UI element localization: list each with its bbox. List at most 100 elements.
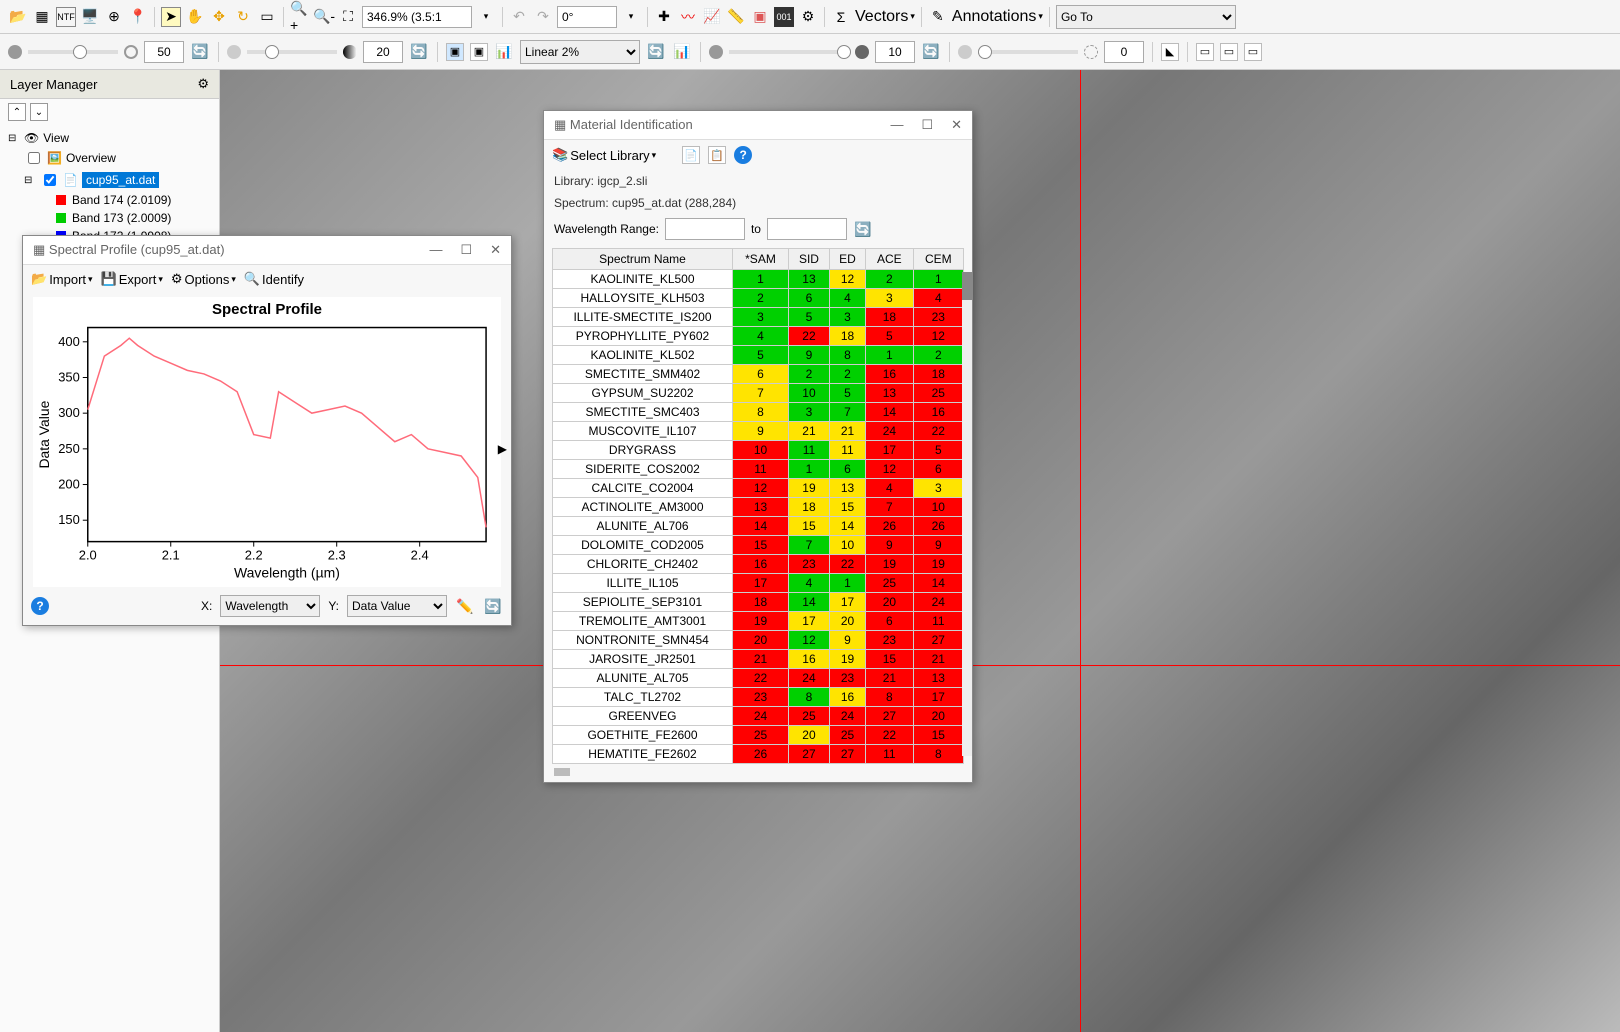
globe-icon[interactable]: ⊕ <box>104 7 124 27</box>
table-row[interactable]: JAROSITE_JR25012116191521 <box>553 650 964 669</box>
feature-icon[interactable]: ⚙ <box>798 7 818 27</box>
overview-checkbox[interactable] <box>28 152 40 164</box>
counter-icon[interactable]: 001 <box>774 7 794 27</box>
refresh3-icon[interactable]: 🔄 <box>646 42 666 62</box>
tree-band-node[interactable]: Band 174 (2.0109) <box>8 191 211 209</box>
col-header[interactable]: ED <box>829 249 865 270</box>
brightness-value[interactable] <box>144 41 184 63</box>
table-row[interactable]: ALUNITE_AL7061415142626 <box>553 517 964 536</box>
rotate-right-icon[interactable]: ↷ <box>533 7 553 27</box>
table-row[interactable]: ILLITE_IL10517412514 <box>553 574 964 593</box>
contrast-value[interactable] <box>363 41 403 63</box>
extent-icon[interactable]: ▭ <box>257 7 277 27</box>
display-icon[interactable]: 🖥️ <box>80 7 100 27</box>
tree-overview-node[interactable]: 🖼️ Overview <box>8 147 211 169</box>
table-row[interactable]: DRYGRASS101111175 <box>553 441 964 460</box>
table-row[interactable]: NONTRONITE_SMN454201292327 <box>553 631 964 650</box>
table-row[interactable]: KAOLINITE_KL50259812 <box>553 346 964 365</box>
minimize-icon[interactable]: — <box>429 242 442 258</box>
pan-icon[interactable]: ✋ <box>185 7 205 27</box>
crosshair-icon[interactable]: ✚ <box>654 7 674 27</box>
tree-view-node[interactable]: ⊟ 👁 View <box>8 129 211 147</box>
chart-expand-icon[interactable]: ▶ <box>498 442 507 456</box>
collapse-down-icon[interactable]: ⌄ <box>30 103 48 121</box>
refresh2-icon[interactable]: 🔄 <box>409 42 429 62</box>
sigma-icon[interactable]: Σ <box>831 7 851 27</box>
help-icon[interactable]: ? <box>31 597 49 615</box>
portal2-icon[interactable]: ▭ <box>1220 43 1238 61</box>
minimize-icon[interactable]: — <box>890 117 903 133</box>
range-refresh-icon[interactable]: 🔄 <box>853 219 873 239</box>
roi-icon[interactable]: ▣ <box>750 7 770 27</box>
table-row[interactable]: ACTINOLITE_AM3000131815710 <box>553 498 964 517</box>
tree-file-node[interactable]: ⊟ 📄 cup95_at.dat <box>8 169 211 191</box>
col-header[interactable]: CEM <box>913 249 963 270</box>
stretch-select[interactable]: Linear 2% <box>520 40 640 64</box>
select-library-button[interactable]: 📚 Select Library ▾ <box>552 147 656 163</box>
table-row[interactable]: SIDERITE_COS20021116126 <box>553 460 964 479</box>
edit-axes-icon[interactable]: ✏️ <box>455 596 475 616</box>
tree-band-node[interactable]: Band 173 (2.0009) <box>8 209 211 227</box>
import-button[interactable]: 📂 Import ▾ <box>31 271 93 287</box>
layer-manager-settings-icon[interactable]: ⚙ <box>197 76 209 92</box>
fly-icon[interactable]: ✥ <box>209 7 229 27</box>
collapse-up-icon[interactable]: ⌃ <box>8 103 26 121</box>
rotate-left-icon[interactable]: ↶ <box>509 7 529 27</box>
refresh4-icon[interactable]: 🔄 <box>921 42 941 62</box>
annotations-menu[interactable]: Annotations ▾ <box>952 8 1043 26</box>
table-row[interactable]: TREMOLITE_AMT3001191720611 <box>553 612 964 631</box>
table-row[interactable]: SMECTITE_SMC4038371416 <box>553 403 964 422</box>
zoom-out-icon[interactable]: 🔍- <box>314 7 334 27</box>
export-button[interactable]: 💾 Export ▾ <box>101 271 163 287</box>
table-row[interactable]: TALC_TL270223816817 <box>553 688 964 707</box>
ntf-icon[interactable]: NTF <box>56 7 76 27</box>
col-header[interactable]: *SAM <box>733 249 789 270</box>
zoom-rect-icon[interactable]: ⛶ <box>338 7 358 27</box>
transparency-slider[interactable] <box>978 50 1078 54</box>
profile-icon[interactable]: 📈 <box>702 7 722 27</box>
rotate-icon[interactable]: ↻ <box>233 7 253 27</box>
help-icon[interactable]: ? <box>734 146 752 164</box>
table-row[interactable]: DOLOMITE_COD20051571099 <box>553 536 964 555</box>
table-scrollbar[interactable] <box>962 272 972 756</box>
table-row[interactable]: HEMATITE_FE2602262727118 <box>553 745 964 764</box>
sharpen-value[interactable] <box>875 41 915 63</box>
rotation-input[interactable] <box>557 6 617 28</box>
table-row[interactable]: CALCITE_CO200412191343 <box>553 479 964 498</box>
range-min-input[interactable] <box>665 218 745 240</box>
copy-icon[interactable]: 📋 <box>708 146 726 164</box>
maximize-icon[interactable]: ☐ <box>921 117 933 133</box>
table-row[interactable]: HALLOYSITE_KLH50326434 <box>553 289 964 308</box>
refresh1-icon[interactable]: 🔄 <box>190 42 210 62</box>
file-checkbox[interactable] <box>44 174 56 186</box>
rgb-hist-icon[interactable]: 📊 <box>672 42 692 62</box>
stretch-type2-icon[interactable]: ▣ <box>470 43 488 61</box>
expand-icon[interactable]: ⊟ <box>8 133 20 144</box>
open-icon[interactable]: 📂 <box>8 7 28 27</box>
scrollbar-thumb[interactable] <box>962 272 972 300</box>
table-row[interactable]: GYPSUM_SU220271051325 <box>553 384 964 403</box>
col-header[interactable]: SID <box>788 249 829 270</box>
table-row[interactable]: SEPIOLITE_SEP31011814172024 <box>553 593 964 612</box>
col-header[interactable]: Spectrum Name <box>553 249 733 270</box>
zoom-dropdown-icon[interactable]: ▾ <box>476 7 496 27</box>
stretch-type1-icon[interactable]: ▣ <box>446 43 464 61</box>
expand-icon[interactable]: ⊟ <box>24 175 36 186</box>
close-icon[interactable]: ✕ <box>490 242 501 258</box>
table-row[interactable]: MUSCOVITE_IL107921212422 <box>553 422 964 441</box>
transparency-value[interactable] <box>1104 41 1144 63</box>
range-max-input[interactable] <box>767 218 847 240</box>
table-row[interactable]: GOETHITE_FE26002520252215 <box>553 726 964 745</box>
chip-icon[interactable]: ▦ <box>32 7 52 27</box>
table-row[interactable]: PYROPHYLLITE_PY60242218512 <box>553 327 964 346</box>
info-icon[interactable]: ◣ <box>1161 43 1179 61</box>
identify-button[interactable]: 🔍 Identify <box>244 271 304 287</box>
material-id-titlebar[interactable]: ▦ Material Identification — ☐ ✕ <box>544 111 972 140</box>
table-row[interactable]: ILLITE-SMECTITE_IS2003531823 <box>553 308 964 327</box>
portal3-icon[interactable]: ▭ <box>1244 43 1262 61</box>
annotation-icon[interactable]: ✎ <box>928 7 948 27</box>
maximize-icon[interactable]: ☐ <box>460 242 472 258</box>
table-row[interactable]: SMECTITE_SMM4026221618 <box>553 365 964 384</box>
zoom-input[interactable] <box>362 6 472 28</box>
vectors-menu[interactable]: Vectors ▾ <box>855 8 915 26</box>
